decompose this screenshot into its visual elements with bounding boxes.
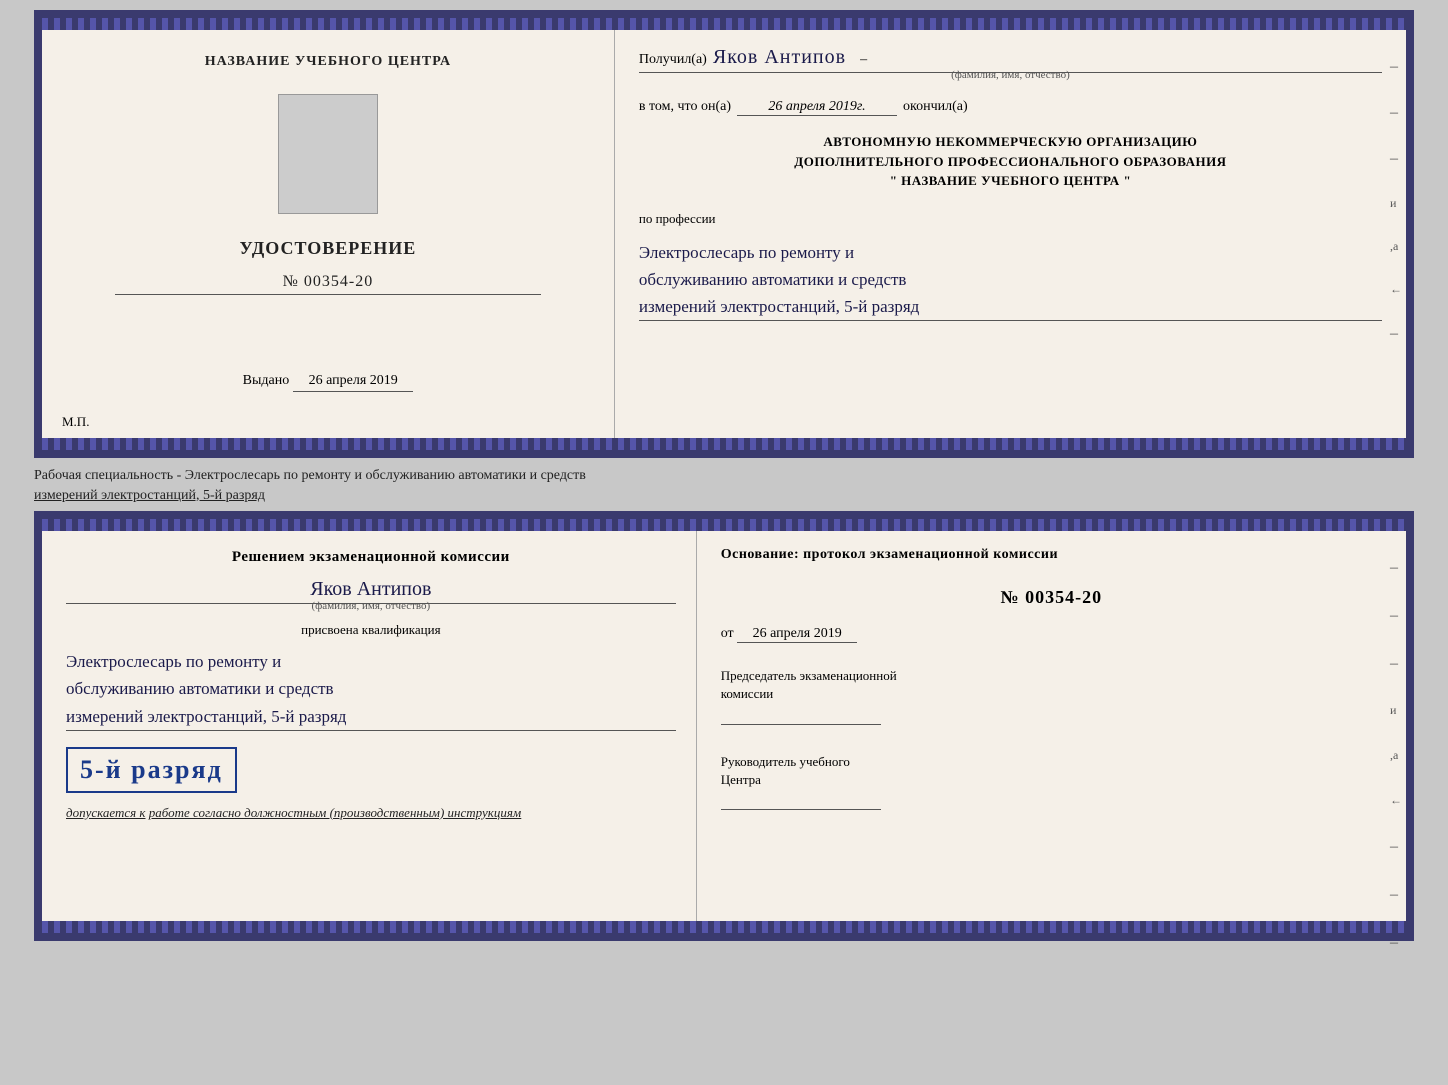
org-line2: ДОПОЛНИТЕЛЬНОГО ПРОФЕССИОНАЛЬНОГО ОБРАЗО… <box>639 152 1382 172</box>
foundation-label: Основание: протокол экзаменационной коми… <box>721 547 1382 563</box>
divider-text: Рабочая специальность - Электрослесарь п… <box>34 462 1414 507</box>
chairman-section: Председатель экзаменационной комиссии <box>721 667 1382 728</box>
allows-text: работе согласно должностным (производств… <box>149 805 521 820</box>
recipient-label: Получил(а) <box>639 52 707 68</box>
date-value: 26 апреля 2019 <box>293 373 413 392</box>
org-line3: " НАЗВАНИЕ УЧЕБНОГО ЦЕНТРА " <box>639 171 1382 191</box>
right-side-marks-top: – – – и ,а ← – <box>1390 58 1402 343</box>
bottom-doc-left: Решением экзаменационной комиссии Яков А… <box>42 519 697 933</box>
top-document: НАЗВАНИЕ УЧЕБНОГО ЦЕНТРА УДОСТОВЕРЕНИЕ №… <box>34 10 1414 458</box>
right-side-marks-bottom: – – – и ,а ← – – – <box>1390 559 1402 952</box>
allows-row: допускается к работе согласно должностны… <box>66 803 676 823</box>
chairman-title: Председатель экзаменационной комиссии <box>721 667 1382 703</box>
commission-heading: Решением экзаменационной комиссии <box>66 547 676 568</box>
director-title: Руководитель учебного Центра <box>721 753 1382 789</box>
org-text: АВТОНОМНУЮ НЕКОММЕРЧЕСКУЮ ОРГАНИЗАЦИЮ ДО… <box>639 132 1382 191</box>
date-completed-row: в том, что он(а) 26 апреля 2019г. окончи… <box>639 99 1382 116</box>
divider-line1: Рабочая специальность - Электрослесарь п… <box>34 466 1414 486</box>
qual-line1: Электрослесарь по ремонту и <box>66 648 676 675</box>
signature-line-1 <box>721 724 881 725</box>
date-label: Выдано <box>243 373 290 389</box>
completed-label: окончил(а) <box>903 99 968 115</box>
top-doc-left: НАЗВАНИЕ УЧЕБНОГО ЦЕНТРА УДОСТОВЕРЕНИЕ №… <box>42 18 615 450</box>
profession-line2: обслуживанию автоматики и средств <box>639 266 1382 293</box>
divider-line2: измерений электростанций, 5-й разряд <box>34 486 1414 506</box>
qualification-label: присвоена квалификация <box>66 622 676 638</box>
profession-line1: Электрослесарь по ремонту и <box>639 239 1382 266</box>
recipient-name: Яков Антипов <box>713 46 846 69</box>
fio-subtitle-bottom: (фамилия, имя, отчество) <box>66 600 676 612</box>
rank-badge: 5-й разряд <box>66 747 237 793</box>
profession-value: Электрослесарь по ремонту и обслуживанию… <box>639 239 1382 322</box>
photo-placeholder <box>278 94 378 214</box>
protocol-date-value: 26 апреля 2019 <box>737 626 857 643</box>
date-prefix: от <box>721 626 734 641</box>
qual-line2: обслуживанию автоматики и средств <box>66 675 676 702</box>
director-section: Руководитель учебного Центра <box>721 753 1382 814</box>
mp-label: М.П. <box>62 414 89 430</box>
document-wrapper: НАЗВАНИЕ УЧЕБНОГО ЦЕНТРА УДОСТОВЕРЕНИЕ №… <box>34 10 1414 941</box>
qual-line3: измерений электростанций, 5-й разряд <box>66 703 676 730</box>
protocol-date: от 26 апреля 2019 <box>721 626 1382 643</box>
cert-title: УДОСТОВЕРЕНИЕ <box>240 238 417 259</box>
bottom-doc-right: Основание: протокол экзаменационной коми… <box>697 519 1406 933</box>
signature-line-2 <box>721 809 881 810</box>
org-line1: АВТОНОМНУЮ НЕКОММЕРЧЕСКУЮ ОРГАНИЗАЦИЮ <box>639 132 1382 152</box>
profession-label: по профессии <box>639 211 1382 227</box>
allows-label: допускается к <box>66 805 146 820</box>
date-completed-value: 26 апреля 2019г. <box>737 99 897 116</box>
profession-line3: измерений электростанций, 5-й разряд <box>639 293 1382 320</box>
school-name-top: НАЗВАНИЕ УЧЕБНОГО ЦЕНТРА <box>205 54 451 70</box>
cert-date-row: Выдано 26 апреля 2019 <box>243 353 414 392</box>
qualification-value: Электрослесарь по ремонту и обслуживанию… <box>66 648 676 731</box>
protocol-number: № 00354-20 <box>721 587 1382 608</box>
allows-text-italic: работе согласно должностным (производств… <box>149 805 521 820</box>
bottom-document: Решением экзаменационной комиссии Яков А… <box>34 511 1414 941</box>
date-completed-label: в том, что он(а) <box>639 99 731 115</box>
top-doc-right: Получил(а) Яков Антипов – (фамилия, имя,… <box>615 18 1406 450</box>
cert-number: № 00354-20 <box>115 273 541 295</box>
fio-subtitle-top: (фамилия, имя, отчество) <box>639 69 1382 81</box>
